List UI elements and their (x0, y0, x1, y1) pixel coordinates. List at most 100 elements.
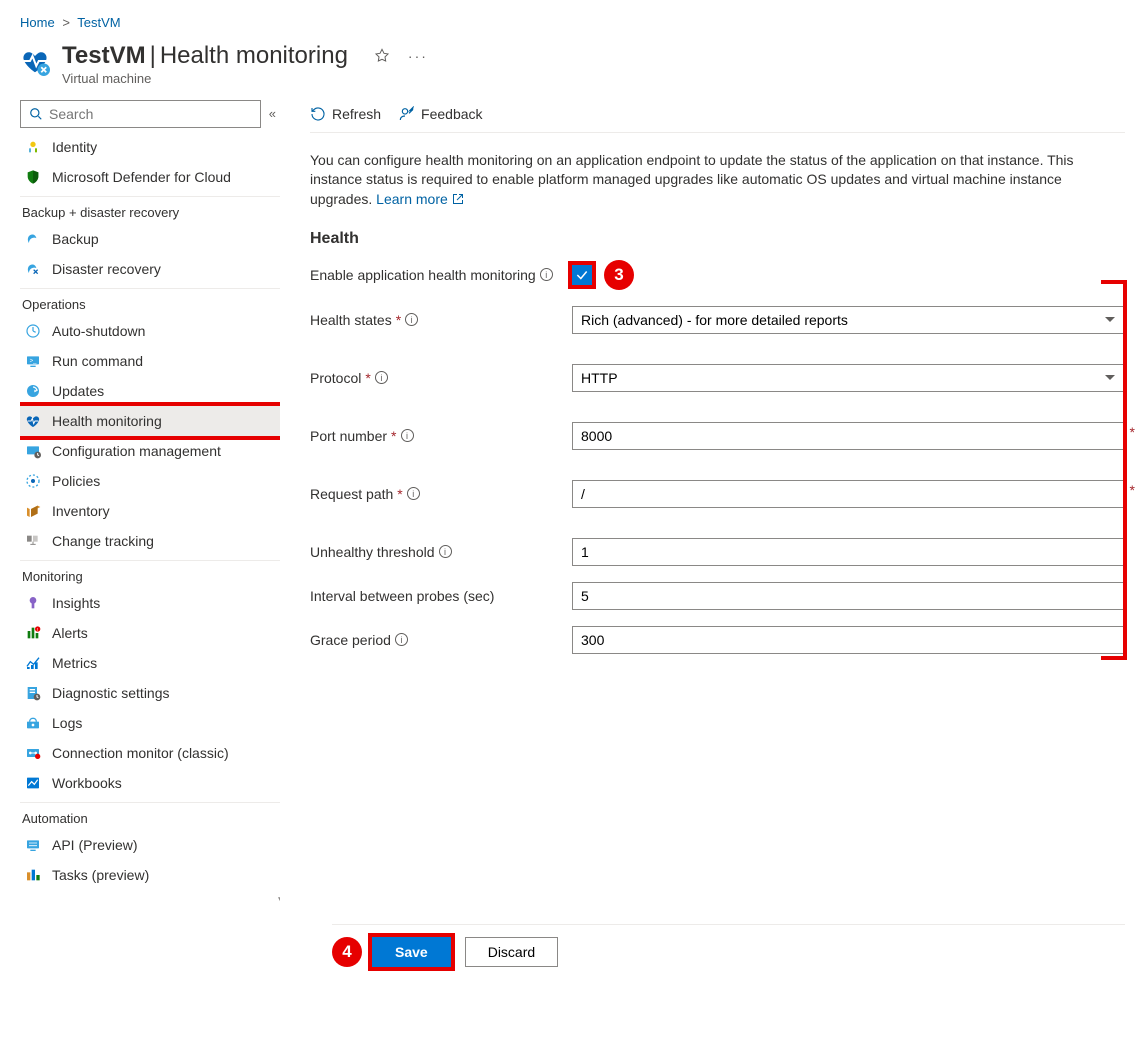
feedback-button[interactable]: Feedback (399, 106, 482, 122)
more-icon[interactable]: ··· (408, 48, 428, 64)
row-interval: Interval between probes (sec) (310, 582, 1125, 610)
sidebar-item[interactable]: Connection monitor (classic) (20, 738, 280, 768)
sidebar-item[interactable]: Logs (20, 708, 280, 738)
info-icon[interactable]: i (407, 487, 420, 500)
nav-item-icon (24, 472, 42, 490)
row-request-path: Request path * i * (310, 480, 1125, 508)
sidebar-item[interactable]: Microsoft Defender for Cloud (20, 162, 280, 192)
collapse-sidebar-icon[interactable]: « (265, 106, 280, 121)
nav-item-icon (24, 714, 42, 732)
row-unhealthy: Unhealthy threshold i (310, 538, 1125, 566)
svg-text:>_: >_ (30, 358, 38, 364)
sidebar-item[interactable]: >_ Run command (20, 346, 280, 376)
breadcrumb: Home > TestVM (20, 15, 1125, 38)
main-content: Refresh Feedback You can configure healt… (280, 100, 1125, 976)
breadcrumb-home[interactable]: Home (20, 15, 55, 30)
search-icon (29, 107, 43, 121)
info-icon[interactable]: i (439, 545, 452, 558)
sidebar-item[interactable]: Health monitoring2 (20, 406, 280, 436)
sidebar-item[interactable]: Backup (20, 224, 280, 254)
row-port: Port number * i * (310, 422, 1125, 450)
sidebar-item-label: Health monitoring (52, 413, 162, 429)
sidebar-item-label: Connection monitor (classic) (52, 745, 229, 761)
save-button[interactable]: Save (372, 937, 451, 967)
section-health: Health (310, 230, 1125, 248)
callout-3: 3 (604, 260, 634, 290)
sidebar-item[interactable]: Identity (20, 132, 280, 162)
annotation-bracket (1101, 280, 1127, 660)
row-grace: Grace period i (310, 626, 1125, 654)
refresh-button[interactable]: Refresh (310, 106, 381, 122)
nav-item-icon (24, 654, 42, 672)
sidebar-item-label: Change tracking (52, 533, 154, 549)
protocol-select[interactable]: HTTP (572, 364, 1125, 392)
nav-item-icon (24, 502, 42, 520)
sidebar-item[interactable]: Auto-shutdown (20, 316, 280, 346)
discard-button[interactable]: Discard (465, 937, 558, 967)
sidebar-item[interactable]: API (Preview) (20, 830, 280, 860)
nav-item-icon (24, 594, 42, 612)
content-toolbar: Refresh Feedback (310, 100, 1125, 133)
sidebar-item-label: Workbooks (52, 775, 122, 791)
sidebar-item[interactable]: Policies (20, 466, 280, 496)
info-icon[interactable]: i (401, 429, 414, 442)
interval-input[interactable] (572, 582, 1125, 610)
sidebar-item[interactable]: Disaster recovery (20, 254, 280, 284)
refresh-icon (310, 106, 326, 122)
row-protocol: Protocol * i HTTP (310, 364, 1125, 392)
nav-item-icon (24, 322, 42, 340)
unhealthy-input[interactable] (572, 538, 1125, 566)
sidebar-item-label: Policies (52, 473, 100, 489)
port-input[interactable] (572, 422, 1125, 450)
sidebar-item-label: Tasks (preview) (52, 867, 149, 883)
sidebar-item[interactable]: Workbooks (20, 768, 280, 798)
sidebar-item-label: Inventory (52, 503, 110, 519)
sidebar-item-label: Backup (52, 231, 99, 247)
sidebar-item-label: Auto-shutdown (52, 323, 145, 339)
nav-item-icon (24, 442, 42, 460)
search-input[interactable] (43, 105, 252, 123)
info-icon[interactable]: i (395, 633, 408, 646)
info-icon[interactable]: i (405, 313, 418, 326)
info-icon[interactable]: i (540, 268, 553, 281)
sidebar-item[interactable]: Tasks (preview) (20, 860, 280, 890)
enable-checkbox[interactable] (572, 265, 592, 285)
info-icon[interactable]: i (375, 371, 388, 384)
resource-icon (20, 46, 50, 76)
nav-item-icon (24, 260, 42, 278)
sidebar-item[interactable]: Inventory (20, 496, 280, 526)
health-states-select[interactable]: Rich (advanced) - for more detailed repo… (572, 306, 1125, 334)
sidebar-item[interactable]: Insights (20, 588, 280, 618)
sidebar-item[interactable]: Diagnostic settings (20, 678, 280, 708)
sidebar-item[interactable]: Change tracking (20, 526, 280, 556)
sidebar-item-label: Alerts (52, 625, 88, 641)
sidebar-item-label: Run command (52, 353, 143, 369)
sidebar-item[interactable]: Configuration management (20, 436, 280, 466)
sidebar-item-label: Identity (52, 139, 97, 155)
grace-input[interactable] (572, 626, 1125, 654)
nav-item-icon (24, 412, 42, 430)
learn-more-link[interactable]: Learn more (376, 191, 463, 207)
nav-item-icon (24, 138, 42, 156)
intro-text: You can configure health monitoring on a… (310, 151, 1110, 210)
sidebar-search[interactable] (20, 100, 261, 128)
feedback-icon (399, 106, 415, 122)
footer-bar: 4 Save Discard (332, 924, 1125, 983)
sidebar-item-label: Configuration management (52, 443, 221, 459)
nav-item-icon: ! (24, 624, 42, 642)
sidebar-item[interactable]: Metrics (20, 648, 280, 678)
page-header: TestVM | Health monitoring Virtual machi… (20, 38, 1125, 100)
request-path-input[interactable] (572, 480, 1125, 508)
pin-icon[interactable] (374, 48, 390, 64)
sidebar-group-title: Automation (20, 803, 280, 830)
sidebar-item[interactable]: Updates (20, 376, 280, 406)
breadcrumb-current[interactable]: TestVM (77, 15, 120, 30)
sidebar-group-title: Operations (20, 289, 280, 316)
svg-text:!: ! (37, 627, 38, 632)
row-enable: Enable application health monitoring i 3 (310, 260, 1125, 290)
sidebar-item-label: Updates (52, 383, 104, 399)
nav-item-icon (24, 168, 42, 186)
page-subtitle: Virtual machine (62, 71, 348, 86)
sidebar-item[interactable]: ! Alerts (20, 618, 280, 648)
callout-4: 4 (332, 937, 362, 967)
